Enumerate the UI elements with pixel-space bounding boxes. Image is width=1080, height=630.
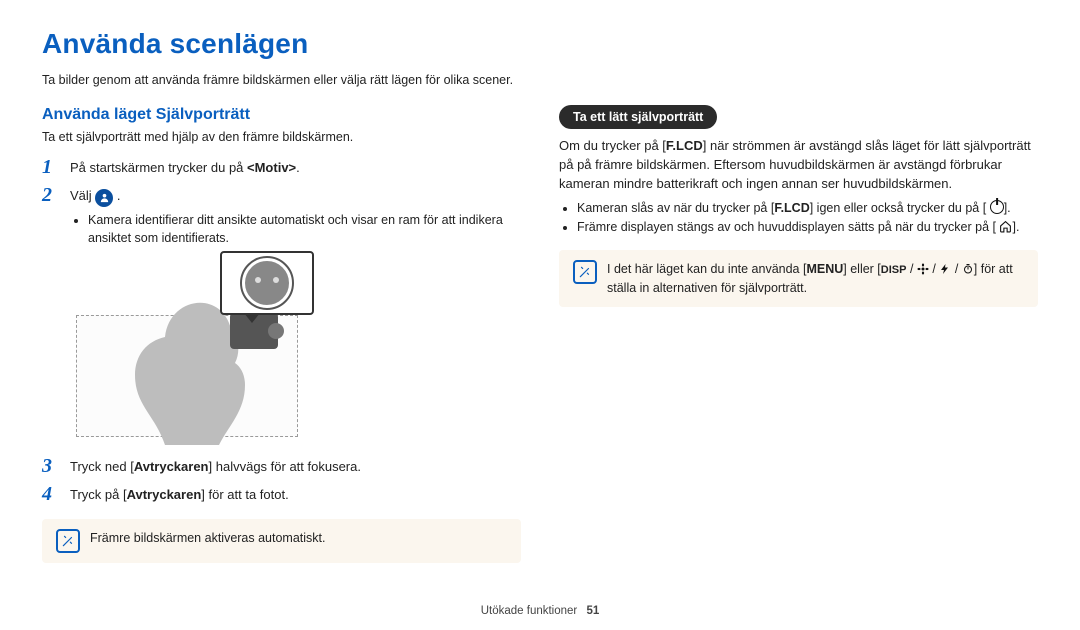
key-f-lcd: F.LCD [666,138,703,153]
step1-motiv: <Motiv> [247,160,296,175]
step-3: 3 Tryck ned [Avtryckaren] halvvägs för a… [42,455,521,477]
key-f-lcd: F.LCD [774,201,809,215]
step-2: 2 Välj . Kamera identifierar ditt ansikt… [42,184,521,449]
step3-shutter: Avtryckaren [134,459,209,474]
section-heading-selfportrait: Använda läget Självporträtt [42,103,521,126]
note-front-display-auto: Främre bildskärmen aktiveras automatiskt… [42,519,521,563]
step2-pre: Välj [70,188,95,203]
steps-list: 1 På startskärmen trycker du på <Motiv>.… [42,156,521,505]
step-number: 3 [42,455,60,477]
key-menu: MENU [806,262,843,276]
left-column: Använda läget Självporträtt Ta ett själv… [42,103,521,563]
right-column: Ta ett lätt självporträtt Om du trycker … [559,103,1038,563]
step-body: Tryck på [Avtryckaren] för att ta fotot. [70,483,521,505]
footer-section: Utökade funktioner [481,605,578,617]
step1-pre: På startskärmen trycker du på [70,160,247,175]
timer-icon [962,262,974,274]
face-detect-callout [220,251,314,315]
flash-icon [939,262,951,274]
step-number: 2 [42,184,60,206]
step1-post: . [296,160,300,175]
step-body: Tryck ned [Avtryckaren] halvvägs för att… [70,455,521,477]
right-bullet-2: Främre displayen stängs av och huvuddisp… [577,218,1038,236]
key-disp: DISP [881,264,907,276]
self-portrait-mode-icon [95,189,113,207]
right-bullet-1: Kameran slås av när du trycker på [F.LCD… [577,199,1038,217]
note-text: Främre bildskärmen aktiveras automatiskt… [90,529,326,547]
step-body: Välj . Kamera identifierar ditt ansikte … [70,184,521,449]
step-4: 4 Tryck på [Avtryckaren] för att ta foto… [42,483,521,505]
right-paragraph-1: Om du trycker på [F.LCD] när strömmen är… [559,137,1038,194]
detected-face-icon [243,259,291,307]
step4-pre: Tryck på [ [70,487,127,502]
note-limitations: I det här läget kan du inte använda [MEN… [559,250,1038,307]
home-icon [999,220,1012,233]
step4-post: ] för att ta fotot. [201,487,288,502]
page-footer: Utökade funktioner 51 [0,603,1080,620]
step-1: 1 På startskärmen trycker du på <Motiv>. [42,156,521,178]
footer-page-number: 51 [586,605,599,617]
step-number: 1 [42,156,60,178]
note-badge-icon [56,529,80,553]
macro-flower-icon [917,262,929,274]
step4-shutter: Avtryckaren [127,487,202,502]
step3-pre: Tryck ned [ [70,459,134,474]
section-subheading-selfportrait: Ta ett självporträtt med hjälp av den fr… [42,128,521,146]
page-title: Använda scenlägen [42,24,1038,65]
power-icon [990,200,1004,214]
note-badge-icon [573,260,597,284]
pill-easy-selfportrait: Ta ett lätt självporträtt [559,105,717,129]
step2-bullet: Kamera identifierar ditt ansikte automat… [88,211,521,247]
step3-post: ] halvvägs för att fokusera. [209,459,361,474]
content-columns: Använda läget Självporträtt Ta ett själv… [42,103,1038,563]
page-lead: Ta bilder genom att använda främre bilds… [42,71,1038,89]
step-body: På startskärmen trycker du på <Motiv>. [70,156,521,178]
right-bullets: Kameran slås av när du trycker på [F.LCD… [559,199,1038,235]
manual-page: Använda scenlägen Ta bilder genom att an… [0,0,1080,630]
selfportrait-illustration [70,255,330,445]
step2-post: . [117,188,121,203]
step-number: 4 [42,483,60,505]
note-text: I det här läget kan du inte använda [MEN… [607,260,1024,297]
